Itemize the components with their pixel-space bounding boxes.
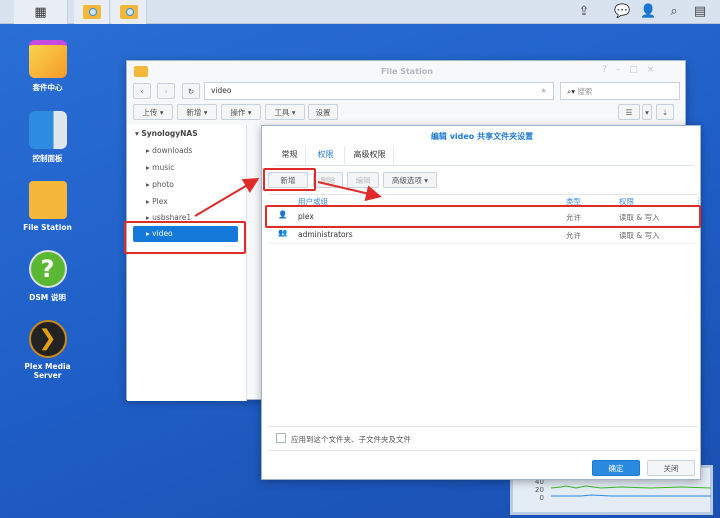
- arrow-annotation: [317, 181, 382, 202]
- arrow-annotation: [194, 177, 260, 217]
- annotation-arrows: [194, 177, 382, 217]
